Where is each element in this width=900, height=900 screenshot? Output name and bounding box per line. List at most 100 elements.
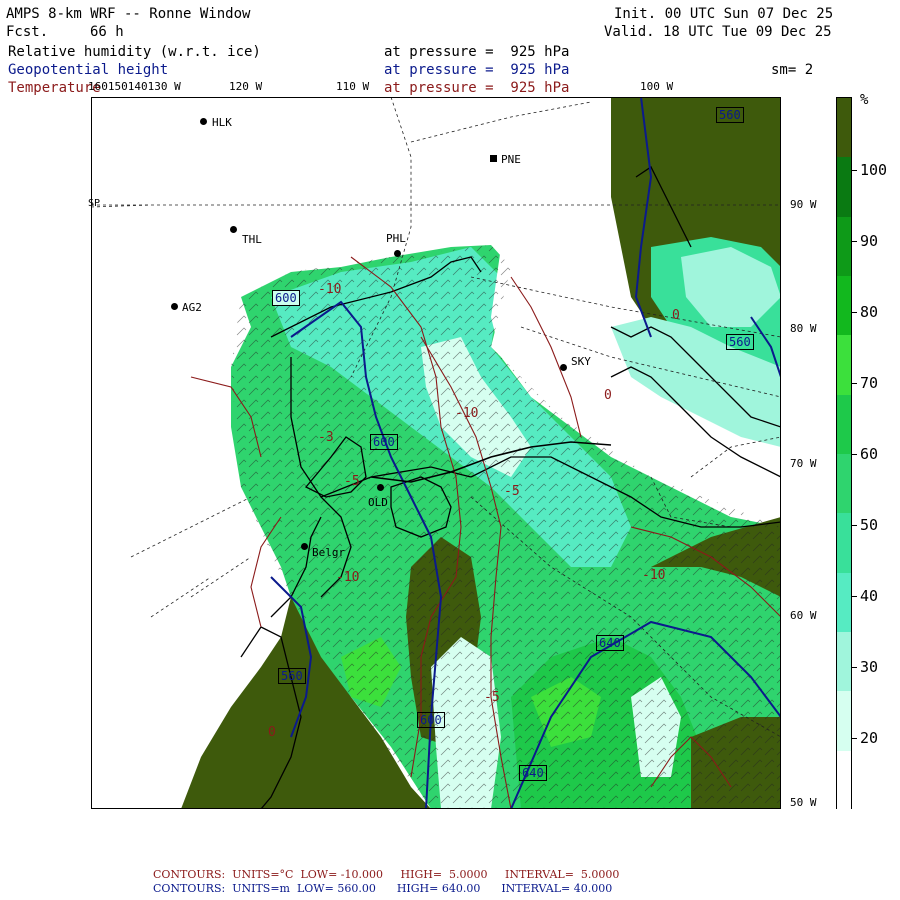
station-label-belgr: Belgr [312,546,346,559]
lat-label-60w: 60 W [790,609,817,622]
temp-label: -5 [484,690,500,705]
colorbar-unit: % [860,92,869,108]
colorbar-segment [837,335,851,395]
valid-time: Valid. 18 UTC Tue 09 Dec 25 [604,24,832,40]
footer-temp-contours: CONTOURS: UNITS=°C LOW= -10.000 HIGH= 5.… [153,868,619,881]
temp-label: -10 [455,406,479,421]
lat-label-50w: 50 W [790,796,817,809]
field-level-rh: at pressure = 925 hPa [384,44,570,60]
temp-label: 0 [604,388,612,403]
footer-height-units: UNITS=m [232,882,290,895]
station-label-phl: PHL [386,232,406,245]
colorbar-segment [837,454,851,514]
colorbar-segment [837,691,851,751]
station-marker-hlk [200,118,207,125]
colorbar-tick [852,241,857,242]
lon-label-120w: 120 W [229,80,263,93]
height-label: 640 [596,635,624,651]
station-marker-sky [560,364,567,371]
footer-height-contours: CONTOURS: UNITS=m LOW= 560.00 HIGH= 640.… [153,882,612,895]
colorbar-tick [852,667,857,668]
colorbar-segment [837,157,851,217]
station-label-hlk: HLK [212,116,232,129]
colorbar-tick-label: 30 [860,658,879,676]
colorbar [836,97,852,810]
height-label: 600 [272,290,300,306]
temp-label: 0 [672,308,680,323]
station-marker-pne [490,155,497,162]
station-label-thl: THL [242,233,262,246]
colorbar-segment [837,513,851,573]
field-name-height: Geopotential height [8,62,169,78]
lon-label-crowded: 160150140130 W [88,80,181,93]
temp-label: -5 [344,474,360,489]
colorbar-tick-label: 90 [860,232,879,250]
colorbar-segment [837,276,851,336]
colorbar-segment [837,632,851,692]
temp-label: -10 [642,568,666,583]
footer-temp-interval: INTERVAL= 5.0000 [505,868,620,881]
station-marker-thl [230,226,237,233]
temp-label: -10 [336,570,360,585]
colorbar-tick-label: 20 [860,729,879,747]
lat-label-80w: 80 W [790,322,817,335]
colorbar-tick-label: 80 [860,303,879,321]
map-panel [91,97,781,809]
station-marker-belgr [301,543,308,550]
colorbar-segment [837,216,851,276]
temp-label: -3 [318,430,334,445]
field-name-temp: Temperature [8,80,101,96]
south-pole-label: SP [88,198,101,209]
colorbar-segment [837,98,851,158]
colorbar-tick-label: 100 [860,161,888,179]
station-label-old: OLD [368,496,388,509]
footer-temp-high: HIGH= 5.0000 [400,868,488,881]
lat-label-70w: 70 W [790,457,817,470]
field-level-height: at pressure = 925 hPa [384,62,570,78]
height-label: 600 [417,712,445,728]
lat-label-90w: 90 W [790,198,817,211]
station-marker-phl [394,250,401,257]
height-label: 560 [278,668,306,684]
colorbar-tick [852,312,857,313]
colorbar-tick-label: 50 [860,516,879,534]
colorbar-tick [852,454,857,455]
footer-temp-label: CONTOURS: [153,868,226,881]
colorbar-tick-label: 70 [860,374,879,392]
station-label-ag2: AG2 [182,301,202,314]
colorbar-segment [837,572,851,632]
height-label: 600 [370,434,398,450]
station-marker-old [377,484,384,491]
footer-height-label: CONTOURS: [153,882,226,895]
footer-height-interval: INTERVAL= 40.000 [501,882,613,895]
footer-height-high: HIGH= 640.00 [396,882,481,895]
model-title: AMPS 8-km WRF -- Ronne Window [6,6,251,22]
colorbar-segment [837,750,851,810]
forecast-label: Fcst. [6,24,49,40]
temp-label: -5 [504,484,520,499]
colorbar-tick [852,525,857,526]
station-marker-ag2 [171,303,178,310]
colorbar-tick [852,738,857,739]
height-label: 560 [716,107,744,123]
lon-label-100w: 100 W [640,80,674,93]
height-label: 640 [519,765,547,781]
footer-temp-units: UNITS=°C [232,868,294,881]
station-label-pne: PNE [501,153,521,166]
colorbar-tick-label: 60 [860,445,879,463]
height-label: 560 [726,334,754,350]
colorbar-tick [852,383,857,384]
field-level-temp: at pressure = 925 hPa [384,80,570,96]
colorbar-tick-label: 40 [860,587,879,605]
forecast-hour: 66 h [90,24,124,40]
footer-temp-low: LOW= -10.000 [300,868,384,881]
station-label-sky: SKY [571,355,591,368]
colorbar-segment [837,394,851,454]
temp-label: -10 [318,282,342,297]
temp-label: 0 [268,725,276,740]
lon-label-110w: 110 W [336,80,370,93]
field-name-rh: Relative humidity (w.r.t. ice) [8,44,261,60]
init-time: Init. 00 UTC Sun 07 Dec 25 [614,6,834,22]
forecast-page: { "header": { "model_title": "AMPS 8-km … [0,0,900,900]
colorbar-tick [852,170,857,171]
